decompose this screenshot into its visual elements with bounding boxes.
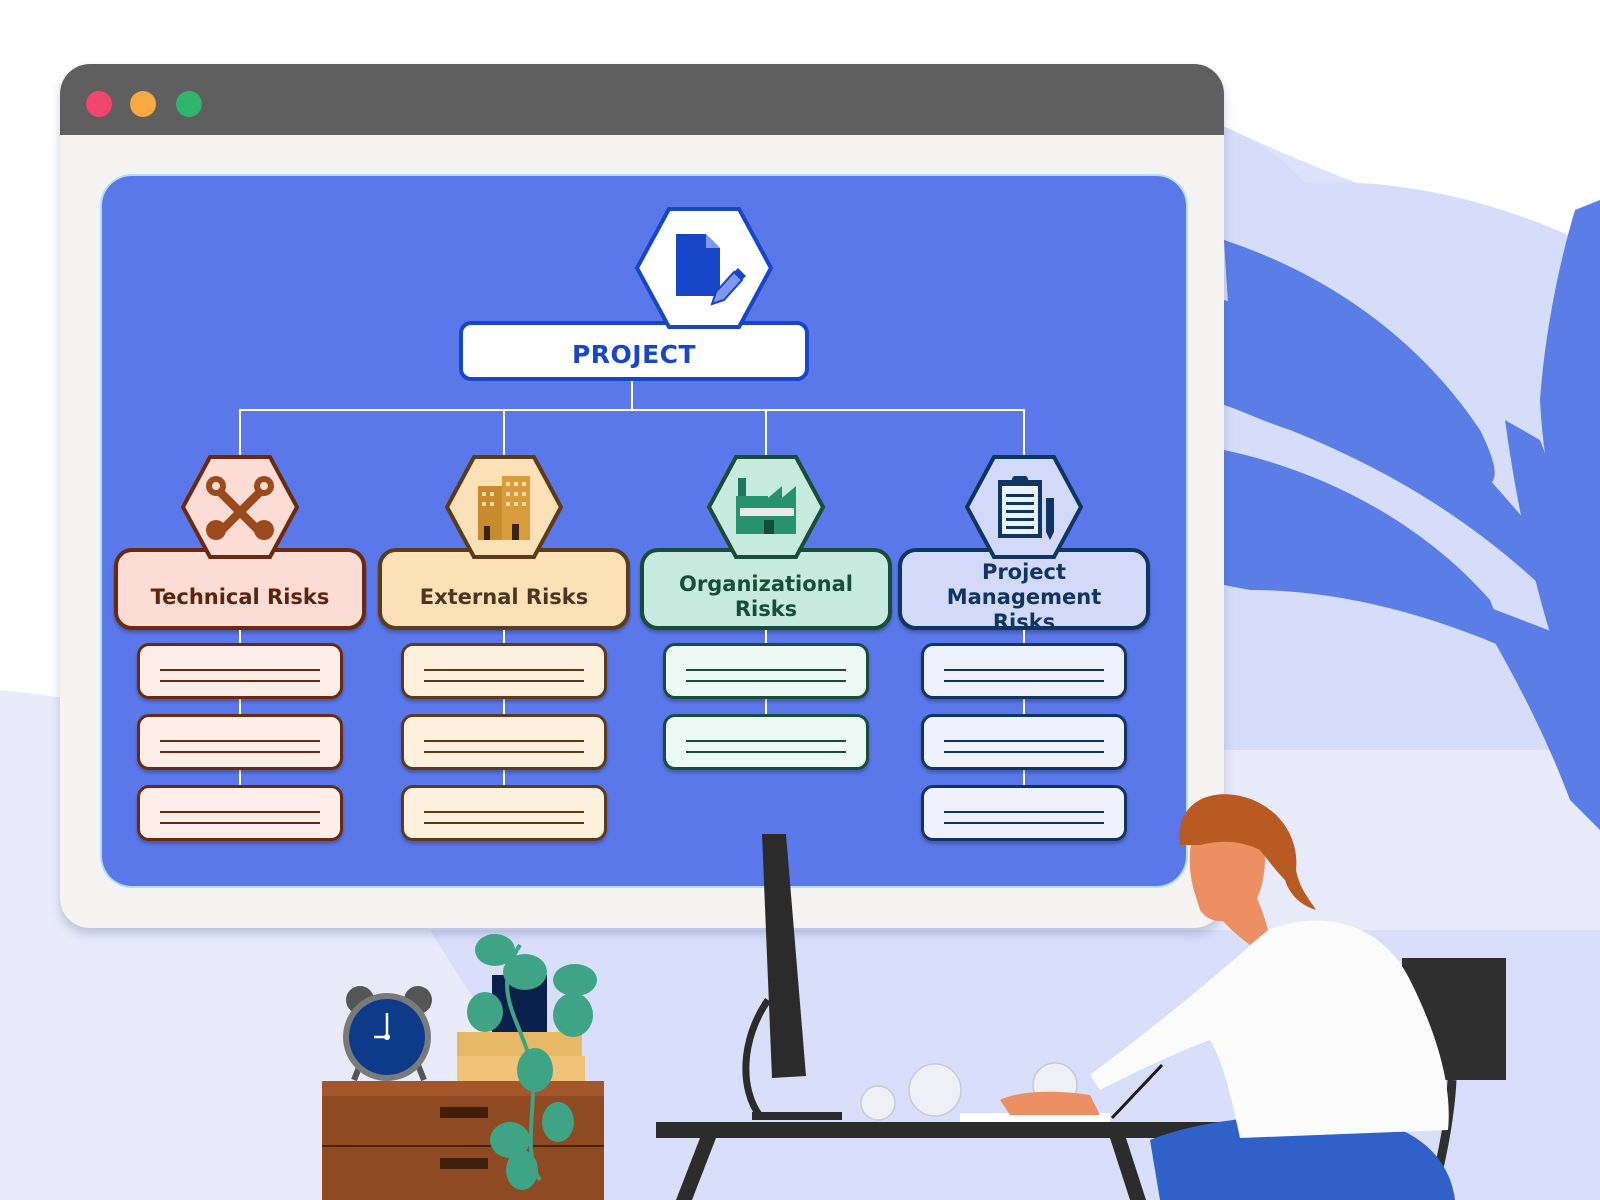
category-badge: [444, 454, 564, 560]
category-badge: [706, 454, 826, 560]
category-badge: [180, 454, 300, 560]
category-badge: [964, 454, 1084, 560]
person-writing: [1000, 794, 1455, 1200]
desk: [656, 1113, 1226, 1200]
shirt: [1090, 920, 1449, 1138]
drawer-handle: [440, 1158, 488, 1169]
drawer-handle: [440, 1107, 488, 1118]
illustration-scene: PROJECT Technical Risks External Risks O…: [0, 0, 1600, 1200]
hand: [1000, 1091, 1100, 1115]
alarm-clock-icon: [343, 986, 432, 1082]
desk-illustration: [322, 794, 1506, 1200]
computer-monitor: [742, 834, 842, 1120]
